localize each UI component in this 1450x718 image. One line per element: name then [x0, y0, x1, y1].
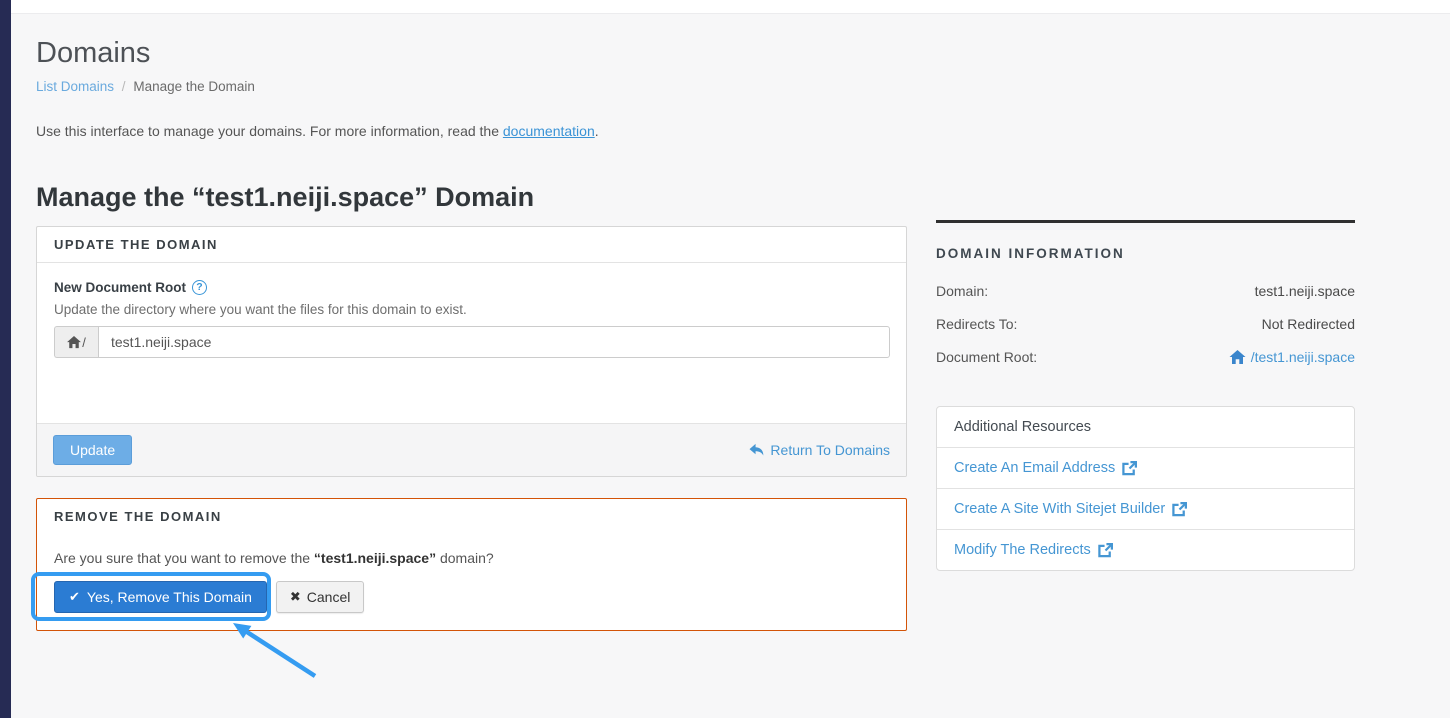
document-root-input[interactable]	[98, 326, 890, 358]
yes-remove-domain-button[interactable]: ✔ Yes, Remove This Domain	[54, 581, 267, 613]
cancel-label: Cancel	[307, 589, 351, 605]
sidebar: DOMAIN INFORMATION Domain: test1.neiji.s…	[936, 220, 1355, 571]
create-email-address-label: Create An Email Address	[954, 460, 1115, 476]
new-document-root-label-text: New Document Root	[54, 280, 186, 295]
home-icon	[1229, 350, 1246, 365]
remove-domain-panel: REMOVE THE DOMAIN Are you sure that you …	[36, 498, 907, 631]
cancel-button[interactable]: ✖ Cancel	[276, 581, 365, 613]
confirm-text-after: domain?	[436, 550, 494, 566]
input-prefix-slash: /	[82, 335, 86, 350]
help-icon[interactable]: ?	[192, 280, 207, 295]
external-link-icon	[1098, 543, 1113, 558]
update-button[interactable]: Update	[53, 435, 132, 465]
additional-resources-header: Additional Resources	[937, 407, 1354, 447]
return-to-domains-link[interactable]: Return To Domains	[749, 442, 890, 458]
main-columns: Manage the “test1.neiji.space” Domain UP…	[36, 181, 1430, 631]
info-row-document-root: Document Root: /test1.neiji.space	[936, 349, 1355, 365]
confirm-domain-name: “test1.neiji.space”	[314, 550, 436, 566]
domain-value: test1.neiji.space	[1255, 283, 1355, 299]
info-row-redirects: Redirects To: Not Redirected	[936, 316, 1355, 332]
input-prefix-addon: /	[54, 326, 98, 358]
redirects-to-value: Not Redirected	[1262, 316, 1355, 332]
create-site-sitejet-link[interactable]: Create A Site With Sitejet Builder	[937, 488, 1354, 529]
create-email-address-link[interactable]: Create An Email Address	[937, 447, 1354, 488]
confirm-text-before: Are you sure that you want to remove the	[54, 550, 314, 566]
breadcrumb: List Domains / Manage the Domain	[36, 79, 1430, 94]
return-to-domains-label: Return To Domains	[770, 442, 890, 458]
home-icon	[67, 336, 81, 349]
update-panel-header: UPDATE THE DOMAIN	[37, 227, 906, 263]
check-icon: ✔	[69, 589, 80, 605]
create-site-sitejet-label: Create A Site With Sitejet Builder	[954, 501, 1165, 517]
remove-confirm-text: Are you sure that you want to remove the…	[54, 550, 889, 566]
breadcrumb-current: Manage the Domain	[133, 79, 255, 94]
top-bar	[11, 0, 1450, 14]
domain-information-rows: Domain: test1.neiji.space Redirects To: …	[936, 283, 1355, 365]
info-row-domain: Domain: test1.neiji.space	[936, 283, 1355, 299]
document-root-input-group: /	[54, 326, 890, 358]
sidebar-top-rule	[936, 220, 1355, 223]
page-content: Domains List Domains / Manage the Domain…	[11, 14, 1450, 718]
breadcrumb-list-domains-link[interactable]: List Domains	[36, 79, 114, 94]
domain-information-heading: DOMAIN INFORMATION	[936, 246, 1355, 261]
modify-redirects-link[interactable]: Modify The Redirects	[937, 529, 1354, 570]
domain-label: Domain:	[936, 283, 988, 299]
remove-panel-body: Are you sure that you want to remove the…	[37, 534, 906, 630]
redirects-to-label: Redirects To:	[936, 316, 1017, 332]
yes-remove-domain-label: Yes, Remove This Domain	[87, 589, 252, 605]
update-panel-footer: Update Return To Domains	[37, 423, 906, 476]
update-domain-panel: UPDATE THE DOMAIN New Document Root ? Up…	[36, 226, 907, 477]
left-edge-strip	[0, 0, 11, 718]
intro-text: Use this interface to manage your domain…	[36, 123, 1430, 139]
modify-redirects-label: Modify The Redirects	[954, 542, 1091, 558]
external-link-icon	[1172, 502, 1187, 517]
intro-text-before: Use this interface to manage your domain…	[36, 123, 503, 139]
documentation-link[interactable]: documentation	[503, 123, 595, 139]
breadcrumb-separator: /	[122, 79, 126, 94]
main-column: Manage the “test1.neiji.space” Domain UP…	[36, 181, 907, 631]
remove-panel-header: REMOVE THE DOMAIN	[37, 499, 906, 534]
additional-resources-panel: Additional Resources Create An Email Add…	[936, 406, 1355, 571]
document-root-link-label: /test1.neiji.space	[1251, 349, 1355, 365]
page-title: Domains	[36, 37, 1430, 70]
external-link-icon	[1122, 461, 1137, 476]
intro-text-after: .	[595, 123, 599, 139]
new-document-root-label: New Document Root ?	[54, 280, 889, 295]
document-root-link[interactable]: /test1.neiji.space	[1229, 349, 1355, 365]
document-root-label: Document Root:	[936, 349, 1037, 365]
yes-button-wrapper: ✔ Yes, Remove This Domain	[54, 581, 267, 613]
x-icon: ✖	[290, 589, 301, 605]
manage-domain-heading: Manage the “test1.neiji.space” Domain	[36, 181, 907, 213]
update-panel-body: New Document Root ? Update the directory…	[37, 263, 906, 423]
remove-buttons-row: ✔ Yes, Remove This Domain ✖ Cancel	[54, 581, 889, 613]
new-document-root-help-text: Update the directory where you want the …	[54, 302, 889, 317]
reply-arrow-icon	[749, 443, 764, 457]
